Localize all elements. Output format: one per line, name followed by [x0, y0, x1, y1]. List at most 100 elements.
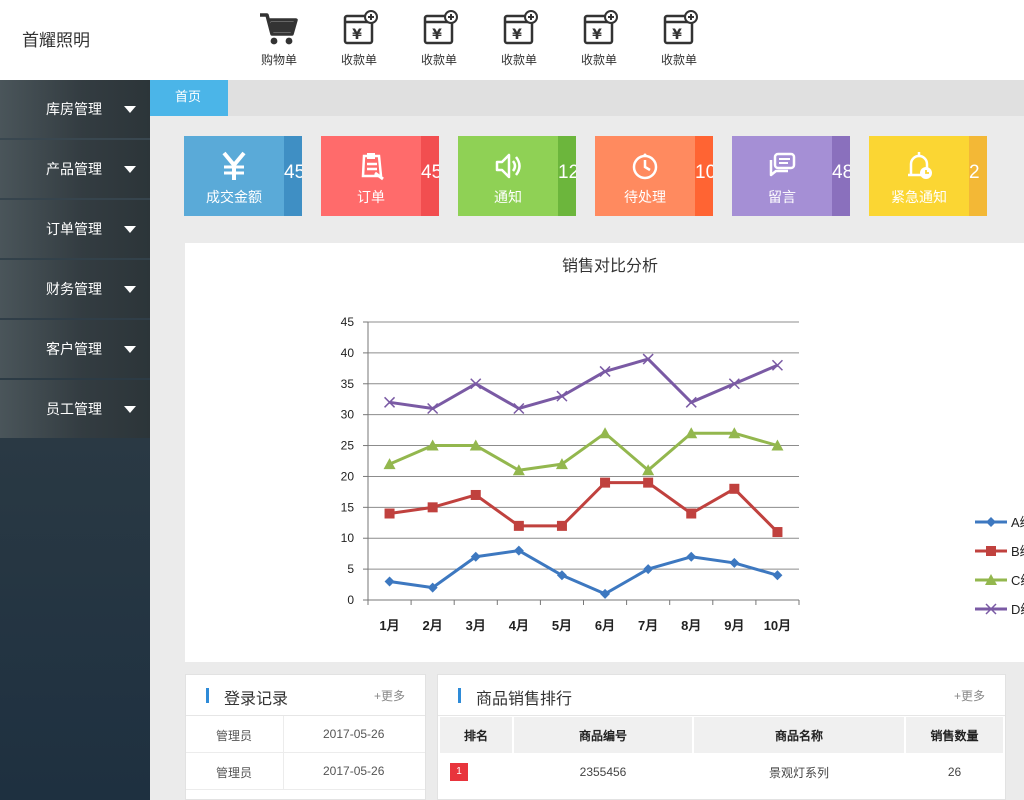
sales-chart-panel: 销售对比分析 0 5 10 15 20 25 30 35 40 45 1月 2月 3月 4月 5月 6月 7月…: [185, 243, 1024, 662]
more-link[interactable]: +更多: [954, 687, 985, 704]
login-records-panel: 登录记录 +更多 管理员 2017-05-26 管理员 2017-05-26: [185, 674, 426, 800]
x-tick-label: 6月: [595, 618, 615, 633]
receipt-add-icon: ¥: [343, 10, 378, 45]
sales-line-chart: 销售对比分析 0 5 10 15 20 25 30 35 40 45 1月 2月 3月 4月 5月 6月 7月…: [341, 257, 1024, 633]
x-tick-label: 2月: [423, 618, 443, 633]
receipt-add-icon: ¥: [663, 10, 698, 45]
svg-text:¥: ¥: [352, 27, 362, 43]
toolbar-receipt-button[interactable]: ¥ 收款单: [649, 10, 709, 72]
rank-badge: 1: [450, 763, 468, 781]
toolbar-shopping-cart-button[interactable]: 购物单: [249, 10, 309, 72]
x-tick-label: 5月: [552, 618, 572, 633]
caret-down-icon: [124, 286, 136, 293]
stat-title: 紧急通知: [891, 189, 947, 205]
x-tick-label: 7月: [638, 618, 658, 633]
column-header: 销售数量: [906, 717, 1003, 753]
toolbar-receipt-button[interactable]: ¥ 收款单: [569, 10, 629, 72]
table-row[interactable]: 1 2355456 景观灯系列 26: [440, 753, 1003, 791]
stat-value: 129: [558, 162, 576, 183]
stat-value: 48: [832, 162, 850, 183]
x-axis-ticks: 1月 2月 3月 4月 5月 6月 7月 8月 9月 10月: [379, 618, 791, 633]
stat-card-message[interactable]: 留言 48: [732, 136, 850, 216]
title-accent-bar: [458, 688, 461, 703]
sidebar-item-finance[interactable]: 财务管理: [0, 260, 150, 318]
legend-label: B级: [1011, 544, 1024, 559]
y-tick-label: 45: [341, 315, 355, 329]
login-date: 2017-05-26: [323, 727, 385, 741]
card-face: 成交金额: [184, 136, 284, 216]
sidebar-item-orders[interactable]: 订单管理: [0, 200, 150, 258]
toolbar-receipt-button[interactable]: ¥ 收款单: [489, 10, 549, 72]
toolbar-receipt-button[interactable]: ¥ 收款单: [329, 10, 389, 72]
stat-title: 订单: [357, 189, 385, 205]
caret-down-icon: [124, 346, 136, 353]
stat-title: 通知: [494, 189, 522, 205]
speaker-icon: [495, 153, 521, 179]
toolbar-label: 收款单: [660, 53, 697, 67]
toolbar-label: 收款单: [500, 53, 537, 67]
data-point: [384, 508, 395, 519]
more-link[interactable]: +更多: [374, 687, 405, 704]
sidebar-item-warehouse[interactable]: 库房管理: [0, 80, 150, 138]
caret-down-icon: [124, 406, 136, 413]
title-accent-bar: [206, 688, 209, 703]
sidebar-item-staff[interactable]: 员工管理: [0, 380, 150, 438]
legend-marker: [986, 517, 996, 527]
stat-card-revenue[interactable]: 成交金额 453: [184, 136, 302, 216]
sidebar-item-label: 客户管理: [46, 341, 102, 357]
sidebar-item-products[interactable]: 产品管理: [0, 140, 150, 198]
sidebar-item-customers[interactable]: 客户管理: [0, 320, 150, 378]
data-point: [599, 427, 612, 439]
column-divider: [283, 753, 284, 789]
stat-title: 成交金额: [206, 189, 262, 205]
sidebar-item-label: 库房管理: [46, 101, 102, 117]
toolbar-label: 收款单: [420, 53, 457, 67]
stat-value: 10: [695, 162, 713, 183]
caret-down-icon: [124, 166, 136, 173]
toolbar-label: 购物单: [260, 53, 297, 67]
stat-title: 待处理: [624, 189, 666, 205]
product-code: 2355456: [579, 765, 627, 779]
stat-card-orders[interactable]: 订单 456: [321, 136, 439, 216]
rank-cell: [440, 791, 512, 799]
rank-cell: 1: [440, 753, 512, 791]
tab-home[interactable]: 首页: [150, 80, 228, 116]
stat-value: 2: [969, 162, 980, 183]
data-point: [686, 551, 697, 562]
stat-card-notice[interactable]: 通知 129: [458, 136, 576, 216]
legend-label: D级: [1011, 602, 1024, 617]
toolbar-receipt-button[interactable]: ¥ 收款单: [409, 10, 469, 72]
y-tick-label: 5: [347, 562, 354, 576]
alarm-icon: [908, 152, 932, 179]
card-face: 待处理: [595, 136, 695, 216]
sidebar-item-label: 财务管理: [46, 281, 102, 297]
clock-icon: [632, 153, 658, 180]
stat-card-urgent[interactable]: 紧急通知 2: [869, 136, 987, 216]
data-point: [729, 483, 740, 494]
table-row[interactable]: [440, 791, 1003, 799]
stat-card-pending[interactable]: 待处理 10: [595, 136, 713, 216]
y-tick-label: 30: [341, 408, 355, 422]
stat-title: 留言: [768, 189, 796, 205]
product-code: [514, 791, 692, 799]
chart-title: 销售对比分析: [562, 257, 658, 275]
list-item: 管理员 2017-05-26: [186, 753, 425, 790]
column-header: 排名: [440, 717, 512, 753]
y-tick-label: 15: [341, 500, 355, 514]
data-point: [384, 576, 395, 587]
legend-label: C级: [1011, 573, 1024, 588]
y-tick-label: 20: [341, 469, 355, 483]
sidebar-item-label: 产品管理: [46, 161, 102, 177]
data-point: [772, 527, 783, 538]
toolbar-label: 收款单: [580, 53, 617, 67]
message-icon: [769, 152, 796, 177]
caret-down-icon: [124, 226, 136, 233]
shopping-cart-icon: [260, 13, 298, 45]
data-point: [556, 520, 567, 531]
data-point: [772, 570, 783, 581]
legend-label: A级: [1011, 515, 1024, 530]
card-face: 通知: [458, 136, 558, 216]
stat-value: 456: [421, 162, 439, 183]
sidebar: 库房管理 产品管理 订单管理 财务管理 客户管理 员工管理: [0, 80, 150, 800]
data-point: [686, 508, 697, 519]
